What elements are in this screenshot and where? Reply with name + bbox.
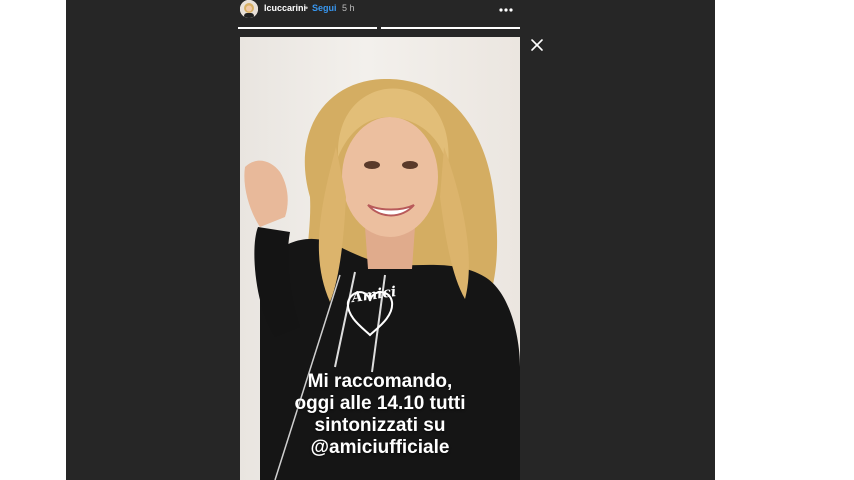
- story-progress-bar: [238, 27, 520, 29]
- post-time: 5 h: [342, 3, 355, 13]
- more-options-icon[interactable]: [496, 3, 516, 15]
- caption-line: oggi alle 14.10 tutti: [294, 393, 466, 414]
- caption-line: Mi raccomando,: [307, 371, 453, 392]
- story-header: lcuccarini • Segui 5 h: [238, 0, 520, 20]
- progress-segment: [238, 27, 377, 29]
- story-image[interactable]: Amici Mi raccomando, oggi alle 14.10 tut…: [240, 37, 520, 480]
- progress-segment: [381, 27, 520, 29]
- story-caption: Mi raccomando, oggi alle 14.10 tutti sin…: [240, 371, 520, 459]
- follow-button[interactable]: Segui: [312, 3, 337, 13]
- avatar-image: [240, 0, 258, 18]
- caption-mention-link[interactable]: @amiciufficiale: [240, 437, 520, 459]
- separator-dot: •: [305, 3, 309, 13]
- username[interactable]: lcuccarini: [264, 3, 306, 13]
- caption-line: sintonizzati su: [314, 415, 446, 436]
- avatar[interactable]: [240, 0, 258, 18]
- close-icon[interactable]: [530, 38, 544, 52]
